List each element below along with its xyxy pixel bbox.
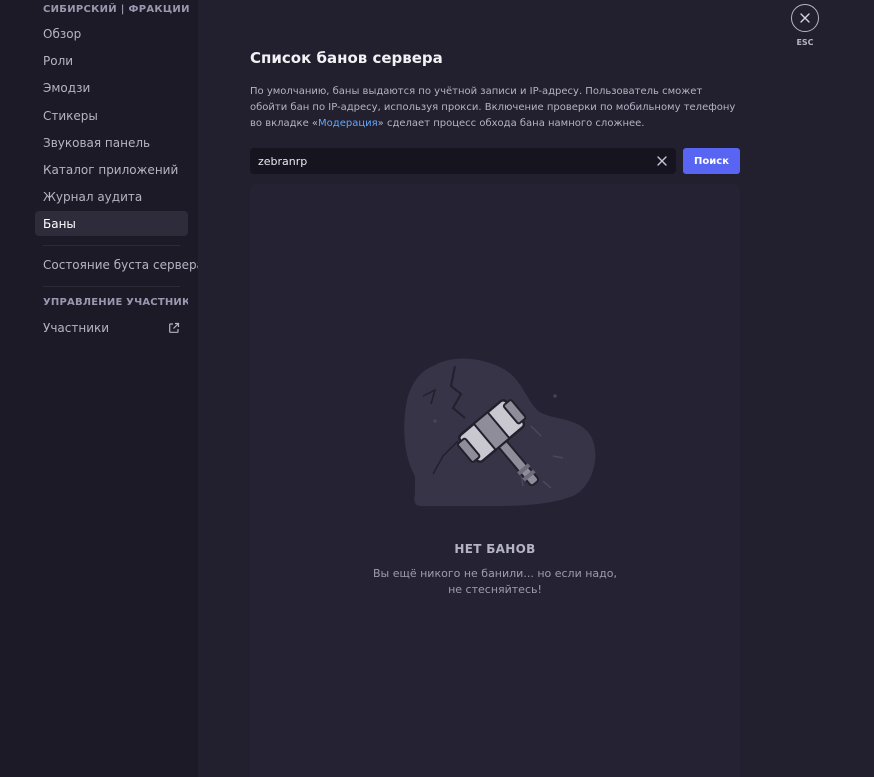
sidebar-item-label: Каталог приложений: [43, 162, 179, 177]
sidebar-item-label: Роли: [43, 53, 74, 68]
sidebar-item-members[interactable]: Участники: [35, 315, 188, 340]
ban-search-input[interactable]: [258, 154, 656, 168]
sidebar-divider: [43, 286, 180, 287]
ban-hammer-illustration: [404, 358, 596, 506]
sidebar-item-soundboard[interactable]: Звуковая панель: [35, 130, 188, 155]
sidebar-item-label: Баны: [43, 216, 76, 231]
page-title: Список банов сервера: [250, 49, 443, 67]
sidebar-item-label: Эмодзи: [43, 80, 91, 95]
sidebar-item-stickers[interactable]: Стикеры: [35, 103, 188, 128]
close-icon: [800, 13, 810, 23]
sidebar-item-roles[interactable]: Роли: [35, 48, 188, 73]
sidebar-server-header: СИБИРСКИЙ | ФРАКЦИИ: [43, 4, 190, 15]
external-link-icon: [169, 322, 180, 333]
sidebar-item-server-boost[interactable]: Состояние буста сервера: [35, 252, 204, 277]
clear-icon[interactable]: [656, 155, 668, 167]
sidebar-item-label: Стикеры: [43, 108, 98, 123]
sidebar-item-label: Участники: [43, 320, 110, 335]
settings-window: СИБИРСКИЙ | ФРАКЦИИ Обзор Роли Эмодзи Ст…: [0, 0, 874, 777]
sidebar-section-title: УПРАВЛЕНИЕ УЧАСТНИКА...: [43, 297, 188, 308]
sidebar-item-emoji[interactable]: Эмодзи: [35, 75, 188, 100]
sidebar-item-audit-log[interactable]: Журнал аудита: [35, 184, 188, 209]
sidebar-item-app-directory[interactable]: Каталог приложений: [35, 157, 188, 182]
sidebar-item-label: Обзор: [43, 26, 82, 41]
close-button[interactable]: [791, 4, 819, 32]
sidebar-item-overview[interactable]: Обзор: [35, 21, 188, 46]
bans-list-panel: НЕТ БАНОВ Вы ещё никого не банили... но …: [250, 184, 740, 777]
sidebar-item-label: Состояние буста сервера: [43, 257, 204, 272]
search-button[interactable]: Поиск: [683, 148, 740, 174]
sidebar-divider: [43, 245, 180, 246]
empty-state-title: НЕТ БАНОВ: [454, 542, 536, 556]
sidebar-item-label: Журнал аудита: [43, 189, 143, 204]
settings-sidebar: СИБИРСКИЙ | ФРАКЦИИ Обзор Роли Эмодзи Ст…: [0, 0, 204, 777]
esc-label: ESC: [796, 38, 814, 47]
ban-search-box: [250, 148, 676, 174]
empty-state-subtitle: Вы ещё никого не банили... но если надо,…: [372, 567, 617, 596]
sidebar-item-label: Звуковая панель: [43, 135, 151, 150]
close-control: ESC: [791, 4, 821, 47]
bans-page: Список банов сервера По умолчанию, баны …: [198, 0, 874, 777]
page-description: По умолчанию, баны выдаются по учётной з…: [250, 84, 740, 132]
description-text: » сделает процесс обхода бана намного сл…: [377, 118, 645, 129]
moderation-link[interactable]: Модерация: [318, 118, 378, 129]
sidebar-item-bans[interactable]: Баны: [35, 211, 188, 236]
